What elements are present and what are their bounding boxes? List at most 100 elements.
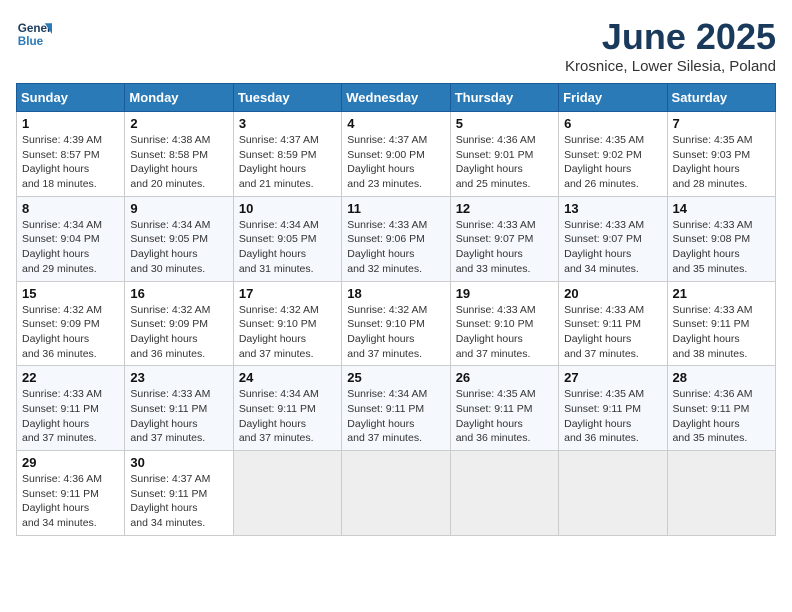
day-number: 14 <box>673 201 770 216</box>
calendar-cell: 8 Sunrise: 4:34 AM Sunset: 9:04 PM Dayli… <box>17 196 125 281</box>
weekday-header-wednesday: Wednesday <box>342 84 450 112</box>
day-number: 13 <box>564 201 661 216</box>
calendar-week-row: 22 Sunrise: 4:33 AM Sunset: 9:11 PM Dayl… <box>17 366 776 451</box>
weekday-header-row: SundayMondayTuesdayWednesdayThursdayFrid… <box>17 84 776 112</box>
day-detail: Sunrise: 4:33 AM Sunset: 9:11 PM Dayligh… <box>673 303 770 362</box>
calendar-cell: 25 Sunrise: 4:34 AM Sunset: 9:11 PM Dayl… <box>342 366 450 451</box>
calendar-cell <box>667 451 775 536</box>
calendar-week-row: 15 Sunrise: 4:32 AM Sunset: 9:09 PM Dayl… <box>17 281 776 366</box>
weekday-header-friday: Friday <box>559 84 667 112</box>
page-header: General Blue June 2025 Krosnice, Lower S… <box>16 16 776 75</box>
day-number: 19 <box>456 286 553 301</box>
svg-text:Blue: Blue <box>18 35 44 48</box>
day-detail: Sunrise: 4:39 AM Sunset: 8:57 PM Dayligh… <box>22 133 119 192</box>
day-detail: Sunrise: 4:33 AM Sunset: 9:07 PM Dayligh… <box>456 218 553 277</box>
calendar-cell: 11 Sunrise: 4:33 AM Sunset: 9:06 PM Dayl… <box>342 196 450 281</box>
calendar-cell: 28 Sunrise: 4:36 AM Sunset: 9:11 PM Dayl… <box>667 366 775 451</box>
day-number: 4 <box>347 116 444 131</box>
calendar-cell: 19 Sunrise: 4:33 AM Sunset: 9:10 PM Dayl… <box>450 281 558 366</box>
calendar-week-row: 8 Sunrise: 4:34 AM Sunset: 9:04 PM Dayli… <box>17 196 776 281</box>
weekday-header-tuesday: Tuesday <box>233 84 341 112</box>
location-title: Krosnice, Lower Silesia, Poland <box>565 58 776 75</box>
day-number: 25 <box>347 370 444 385</box>
day-detail: Sunrise: 4:34 AM Sunset: 9:04 PM Dayligh… <box>22 218 119 277</box>
calendar-cell: 23 Sunrise: 4:33 AM Sunset: 9:11 PM Dayl… <box>125 366 233 451</box>
day-number: 18 <box>347 286 444 301</box>
calendar-table: SundayMondayTuesdayWednesdayThursdayFrid… <box>16 83 776 536</box>
day-number: 1 <box>22 116 119 131</box>
calendar-cell: 7 Sunrise: 4:35 AM Sunset: 9:03 PM Dayli… <box>667 112 775 197</box>
day-number: 21 <box>673 286 770 301</box>
day-number: 8 <box>22 201 119 216</box>
day-detail: Sunrise: 4:35 AM Sunset: 9:11 PM Dayligh… <box>564 387 661 446</box>
day-number: 17 <box>239 286 336 301</box>
day-detail: Sunrise: 4:37 AM Sunset: 8:59 PM Dayligh… <box>239 133 336 192</box>
calendar-cell: 6 Sunrise: 4:35 AM Sunset: 9:02 PM Dayli… <box>559 112 667 197</box>
day-detail: Sunrise: 4:33 AM Sunset: 9:11 PM Dayligh… <box>130 387 227 446</box>
logo: General Blue <box>16 16 52 52</box>
calendar-cell: 4 Sunrise: 4:37 AM Sunset: 9:00 PM Dayli… <box>342 112 450 197</box>
day-number: 5 <box>456 116 553 131</box>
day-detail: Sunrise: 4:33 AM Sunset: 9:07 PM Dayligh… <box>564 218 661 277</box>
calendar-cell: 17 Sunrise: 4:32 AM Sunset: 9:10 PM Dayl… <box>233 281 341 366</box>
calendar-cell: 12 Sunrise: 4:33 AM Sunset: 9:07 PM Dayl… <box>450 196 558 281</box>
day-detail: Sunrise: 4:33 AM Sunset: 9:08 PM Dayligh… <box>673 218 770 277</box>
day-detail: Sunrise: 4:38 AM Sunset: 8:58 PM Dayligh… <box>130 133 227 192</box>
calendar-cell <box>450 451 558 536</box>
day-detail: Sunrise: 4:33 AM Sunset: 9:06 PM Dayligh… <box>347 218 444 277</box>
calendar-cell: 29 Sunrise: 4:36 AM Sunset: 9:11 PM Dayl… <box>17 451 125 536</box>
calendar-cell: 22 Sunrise: 4:33 AM Sunset: 9:11 PM Dayl… <box>17 366 125 451</box>
day-detail: Sunrise: 4:36 AM Sunset: 9:01 PM Dayligh… <box>456 133 553 192</box>
calendar-cell: 26 Sunrise: 4:35 AM Sunset: 9:11 PM Dayl… <box>450 366 558 451</box>
day-number: 26 <box>456 370 553 385</box>
day-detail: Sunrise: 4:37 AM Sunset: 9:00 PM Dayligh… <box>347 133 444 192</box>
day-detail: Sunrise: 4:35 AM Sunset: 9:03 PM Dayligh… <box>673 133 770 192</box>
day-detail: Sunrise: 4:35 AM Sunset: 9:11 PM Dayligh… <box>456 387 553 446</box>
weekday-header-thursday: Thursday <box>450 84 558 112</box>
day-detail: Sunrise: 4:36 AM Sunset: 9:11 PM Dayligh… <box>22 472 119 531</box>
calendar-cell: 2 Sunrise: 4:38 AM Sunset: 8:58 PM Dayli… <box>125 112 233 197</box>
day-number: 30 <box>130 455 227 470</box>
day-number: 9 <box>130 201 227 216</box>
day-number: 16 <box>130 286 227 301</box>
calendar-cell: 9 Sunrise: 4:34 AM Sunset: 9:05 PM Dayli… <box>125 196 233 281</box>
day-number: 20 <box>564 286 661 301</box>
day-number: 27 <box>564 370 661 385</box>
logo-icon: General Blue <box>16 16 52 52</box>
day-detail: Sunrise: 4:34 AM Sunset: 9:11 PM Dayligh… <box>239 387 336 446</box>
calendar-cell: 14 Sunrise: 4:33 AM Sunset: 9:08 PM Dayl… <box>667 196 775 281</box>
calendar-cell <box>342 451 450 536</box>
day-number: 22 <box>22 370 119 385</box>
calendar-week-row: 1 Sunrise: 4:39 AM Sunset: 8:57 PM Dayli… <box>17 112 776 197</box>
calendar-cell: 15 Sunrise: 4:32 AM Sunset: 9:09 PM Dayl… <box>17 281 125 366</box>
weekday-header-sunday: Sunday <box>17 84 125 112</box>
day-detail: Sunrise: 4:33 AM Sunset: 9:11 PM Dayligh… <box>22 387 119 446</box>
weekday-header-saturday: Saturday <box>667 84 775 112</box>
calendar-cell: 10 Sunrise: 4:34 AM Sunset: 9:05 PM Dayl… <box>233 196 341 281</box>
calendar-cell: 27 Sunrise: 4:35 AM Sunset: 9:11 PM Dayl… <box>559 366 667 451</box>
day-number: 23 <box>130 370 227 385</box>
calendar-cell: 21 Sunrise: 4:33 AM Sunset: 9:11 PM Dayl… <box>667 281 775 366</box>
day-detail: Sunrise: 4:37 AM Sunset: 9:11 PM Dayligh… <box>130 472 227 531</box>
day-number: 6 <box>564 116 661 131</box>
day-detail: Sunrise: 4:33 AM Sunset: 9:11 PM Dayligh… <box>564 303 661 362</box>
day-number: 29 <box>22 455 119 470</box>
day-detail: Sunrise: 4:32 AM Sunset: 9:10 PM Dayligh… <box>239 303 336 362</box>
weekday-header-monday: Monday <box>125 84 233 112</box>
day-number: 15 <box>22 286 119 301</box>
day-number: 10 <box>239 201 336 216</box>
day-detail: Sunrise: 4:32 AM Sunset: 9:09 PM Dayligh… <box>22 303 119 362</box>
calendar-cell: 13 Sunrise: 4:33 AM Sunset: 9:07 PM Dayl… <box>559 196 667 281</box>
calendar-week-row: 29 Sunrise: 4:36 AM Sunset: 9:11 PM Dayl… <box>17 451 776 536</box>
title-block: June 2025 Krosnice, Lower Silesia, Polan… <box>565 16 776 75</box>
day-detail: Sunrise: 4:34 AM Sunset: 9:11 PM Dayligh… <box>347 387 444 446</box>
day-detail: Sunrise: 4:34 AM Sunset: 9:05 PM Dayligh… <box>239 218 336 277</box>
day-number: 24 <box>239 370 336 385</box>
calendar-cell: 5 Sunrise: 4:36 AM Sunset: 9:01 PM Dayli… <box>450 112 558 197</box>
day-number: 2 <box>130 116 227 131</box>
day-number: 28 <box>673 370 770 385</box>
day-detail: Sunrise: 4:32 AM Sunset: 9:09 PM Dayligh… <box>130 303 227 362</box>
day-number: 7 <box>673 116 770 131</box>
calendar-cell <box>559 451 667 536</box>
day-detail: Sunrise: 4:32 AM Sunset: 9:10 PM Dayligh… <box>347 303 444 362</box>
